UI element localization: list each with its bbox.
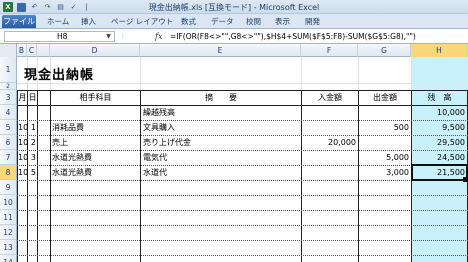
entry-expense[interactable]: 3,000 [359,167,409,179]
table-border [17,210,468,211]
entry-income[interactable] [302,152,356,164]
table-border [17,165,468,166]
row-header-4[interactable]: 4 [0,105,17,120]
entry-day[interactable]: 5 [28,167,36,179]
entry-balance[interactable]: 29,500 [412,137,465,149]
tab-view[interactable]: 表示 [275,16,290,28]
chevron-down-icon[interactable]: ▼ [104,32,113,41]
column-header-h[interactable]: H [411,44,468,57]
column-header-c2[interactable] [37,44,50,57]
entry-balance[interactable]: 24,500 [412,152,465,164]
tab-formulas[interactable]: 数式 [181,16,196,28]
row-header-10[interactable]: 10 [0,195,17,210]
entry-day[interactable]: 1 [28,122,36,134]
table-border [17,105,468,106]
fill-handle[interactable] [463,177,468,182]
entry-income[interactable] [302,167,356,179]
header-balance[interactable]: 残 高 [412,92,467,104]
row-header-7[interactable]: 7 [0,150,17,165]
entry-account[interactable]: 水道光熱費 [52,152,92,164]
table-border [17,195,468,196]
entry-account[interactable]: 消耗品費 [52,122,84,134]
entry-day[interactable]: 3 [28,152,36,164]
title-bar: X ↶ ↷ ▤ ✓ | 現金出納帳.xls [互換モード] - Microsof… [0,0,468,14]
entry-month[interactable]: 10 [18,152,28,164]
column-headers: B C D E F G H [0,44,468,57]
table-border [17,240,468,241]
name-box[interactable]: H8 [4,31,115,42]
header-expense[interactable]: 出金額 [359,92,411,104]
table-border [50,90,51,262]
table-border [140,90,141,262]
formula-input[interactable]: =IF(OR(F8<>"",G8<>""),$H$4+SUM($F$5:F8)-… [170,31,466,42]
active-cell-selection[interactable] [411,164,468,181]
header-day[interactable]: 日 [28,92,37,104]
table-border [17,135,468,136]
row-header-12[interactable]: 12 [0,225,17,240]
formula-bar: H8 ▼ ⋮ fx =IF(OR(F8<>"",G8<>""),$H$4+SUM… [0,29,468,44]
ribbon-tabs: ファイル ホーム 挿入 ページ レイアウト 数式 データ 校閲 表示 開発 [0,14,468,29]
column-header-f[interactable]: F [301,44,358,57]
worksheet-grid[interactable]: B C D E F G H 1 2 3 4 5 6 7 8 9 10 11 12… [0,44,468,262]
entry-balance[interactable]: 9,500 [412,122,465,134]
header-income[interactable]: 入金額 [302,92,358,104]
row-header-1[interactable]: 1 [0,57,17,83]
table-border [17,180,468,181]
row-header-11[interactable]: 11 [0,210,17,225]
sheet-title: 現金出納帳 [24,68,95,83]
tab-developer[interactable]: 開発 [305,16,320,28]
carryover-balance[interactable]: 10,000 [412,107,465,119]
table-border [17,90,468,91]
window-title: 現金出納帳.xls [互換モード] - Microsoft Excel [148,3,320,12]
entry-day[interactable]: 2 [28,137,36,149]
column-header-d[interactable]: D [50,44,140,57]
entry-expense[interactable] [359,137,409,149]
row-header-3[interactable]: 3 [0,90,17,105]
entry-account[interactable]: 水道光熱費 [52,167,92,179]
entry-description[interactable]: 水道代 [143,167,167,179]
entry-description[interactable]: 売り上げ代金 [143,137,191,149]
table-border [17,225,468,226]
header-account[interactable]: 相手科目 [51,92,140,104]
entry-account[interactable]: 売上 [52,137,68,149]
entry-month[interactable]: 10 [18,122,28,134]
entry-income[interactable]: 20,000 [302,137,356,149]
entry-expense[interactable]: 5,000 [359,152,409,164]
column-header-e[interactable]: E [140,44,301,57]
column-header-g[interactable]: G [358,44,411,57]
entry-description[interactable]: 電気代 [143,152,167,164]
row-header-9[interactable]: 9 [0,180,17,195]
tab-review[interactable]: 校閲 [246,16,261,28]
header-month[interactable]: 月 [18,92,27,104]
row-header-2[interactable]: 2 [0,83,17,90]
row-header-13[interactable]: 13 [0,240,17,255]
table-border [37,90,38,262]
select-all-corner[interactable] [0,44,17,57]
gridline [17,83,468,84]
entry-month[interactable]: 10 [18,167,28,179]
tab-data[interactable]: データ [211,16,234,28]
table-border [17,255,468,256]
header-description[interactable]: 摘 要 [141,92,301,104]
column-header-b[interactable]: B [17,44,27,57]
tab-insert[interactable]: 挿入 [81,16,96,28]
formula-bar-grip[interactable]: ⋮ [120,33,140,41]
tab-page-layout[interactable]: ページ レイアウト [111,16,173,28]
entry-income[interactable] [302,122,356,134]
tab-home[interactable]: ホーム [47,16,69,28]
table-border [17,120,468,121]
entry-expense[interactable]: 500 [359,122,409,134]
entry-description[interactable]: 文具購入 [143,122,175,134]
row-header-6[interactable]: 6 [0,135,17,150]
table-border [17,150,468,151]
row-header-8[interactable]: 8 [0,165,17,180]
carryover-label[interactable]: 繰越残高 [143,107,175,119]
column-header-c[interactable]: C [27,44,37,57]
insert-function-icon[interactable]: fx [155,31,167,42]
entry-month[interactable]: 10 [18,137,28,149]
row-header-14[interactable]: 14 [0,255,17,262]
row-header-5[interactable]: 5 [0,120,17,135]
tab-file[interactable]: ファイル [2,15,36,28]
